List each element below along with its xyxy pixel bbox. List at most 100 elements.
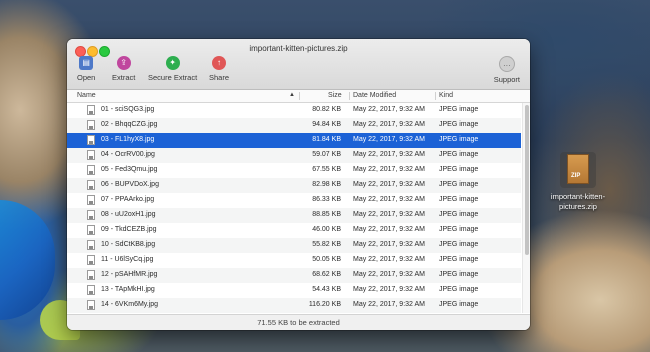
file-size: 116.20 KB [308,301,341,308]
extract-icon: ⇪ [116,56,131,70]
file-size: 55.82 KB [312,241,341,248]
file-row[interactable]: 13 - TApMkHI.jpg 54.43 KB May 22, 2017, 9:… [67,283,521,298]
support-label: Support [493,75,520,84]
secure-extract-label: Secure Extract [148,73,198,82]
file-date-modified: May 22, 2017, 9:32 AM [353,271,425,278]
file-kind: JPEG image [439,271,479,278]
file-row[interactable]: 06 - BUPVDoX.jpg 82.98 KB May 22, 2017, 9:… [67,178,521,193]
scrollbar-thumb[interactable] [525,105,529,255]
file-row[interactable]: 04 - OcrRV00.jpg 59.07 KB May 22, 2017, 9:… [67,148,521,163]
file-date-modified: May 22, 2017, 9:32 AM [353,241,425,248]
file-row[interactable]: 09 - TkdCEZB.jpg 46.00 KB May 22, 2017, 9:… [67,223,521,238]
jpeg-file-icon [87,195,95,205]
file-row[interactable]: 11 - U6lSyCq.jpg 50.05 KB May 22, 2017, 9:… [67,253,521,268]
status-text: 71.55 KB to be extracted [257,318,340,327]
share-button[interactable]: ↑ Share [209,56,229,82]
column-header-name[interactable]: Name [77,92,96,99]
file-size: 86.33 KB [312,196,341,203]
file-row[interactable]: 10 - SdCtKB8.jpg 55.82 KB May 22, 2017, 9:… [67,238,521,253]
column-divider[interactable] [349,92,350,100]
file-row[interactable]: 08 - uU2oxH1.jpg 88.85 KB May 22, 2017, 9:… [67,208,521,223]
file-row[interactable]: 03 - FL1hyX8.jpg 81.84 KB May 22, 2017, 9:… [67,133,521,148]
file-kind: JPEG image [439,136,479,143]
file-kind: JPEG image [439,151,479,158]
file-date-modified: May 22, 2017, 9:32 AM [353,166,425,173]
file-row[interactable]: 05 - Fed3Qmu.jpg 67.55 KB May 22, 2017, 9:… [67,163,521,178]
column-divider[interactable] [435,92,436,100]
jpeg-file-icon [87,255,95,265]
jpeg-file-icon [87,150,95,160]
support-icon: … [498,56,515,72]
column-header-date[interactable]: Date Modified [353,92,396,99]
zip-icon-label: ZIP [571,173,581,179]
file-date-modified: May 22, 2017, 9:32 AM [353,301,425,308]
file-list: 01 - sciSQG3.jpg 80.82 KB May 22, 2017, 9:… [67,103,521,313]
jpeg-file-icon [87,180,95,190]
file-row[interactable]: 01 - sciSQG3.jpg 80.82 KB May 22, 2017, 9:… [67,103,521,118]
file-size: 59.07 KB [312,151,341,158]
file-kind: JPEG image [439,121,479,128]
column-divider[interactable] [299,92,300,100]
file-name: 01 - sciSQG3.jpg [101,106,155,113]
jpeg-file-icon [87,225,95,235]
share-icon: ↑ [212,56,226,70]
column-header-row: Name ▲ Size Date Modified Kind [67,90,530,103]
file-kind: JPEG image [439,256,479,263]
file-kind: JPEG image [439,226,479,233]
file-size: 94.84 KB [312,121,341,128]
file-name: 02 - BhqqCZG.jpg [101,121,158,128]
file-date-modified: May 22, 2017, 9:32 AM [353,211,425,218]
file-name: 08 - uU2oxH1.jpg [101,211,156,218]
file-date-modified: May 22, 2017, 9:32 AM [353,181,425,188]
file-date-modified: May 22, 2017, 9:32 AM [353,286,425,293]
vertical-scrollbar[interactable] [522,103,530,313]
file-kind: JPEG image [439,286,479,293]
share-label: Share [209,73,230,82]
secure-extract-button[interactable]: ✦ Secure Extract [148,56,197,82]
file-date-modified: May 22, 2017, 9:32 AM [353,256,425,263]
file-date-modified: May 22, 2017, 9:32 AM [353,106,425,113]
file-date-modified: May 22, 2017, 9:32 AM [353,226,425,233]
window-title: important-kitten-pictures.zip [249,44,348,53]
column-header-kind[interactable]: Kind [439,92,453,99]
file-name: 07 - PPAArko.jpg [101,196,155,203]
file-size: 68.62 KB [312,271,341,278]
column-header-size[interactable]: Size [328,92,342,99]
support-button[interactable]: … Support [494,56,520,84]
file-date-modified: May 22, 2017, 9:32 AM [353,151,425,158]
open-folder-icon: ▤ [79,56,94,70]
file-row[interactable]: 12 - pSAHfMR.jpg 68.62 KB May 22, 2017, 9:… [67,268,521,283]
fish-fin-decoration [0,200,55,320]
file-name: 13 - TApMkHI.jpg [101,286,155,293]
jpeg-file-icon [87,210,95,220]
desktop-zip-file-name[interactable]: important-kitten-pictures.zip [540,192,616,212]
file-size: 81.84 KB [312,136,341,143]
file-name: 14 - 6VKm6My.jpg [101,301,159,308]
file-kind: JPEG image [439,181,479,188]
jpeg-file-icon [87,165,95,175]
file-kind: JPEG image [439,211,479,218]
file-name: 04 - OcrRV00.jpg [101,151,155,158]
file-name: 05 - Fed3Qmu.jpg [101,166,158,173]
file-kind: JPEG image [439,166,479,173]
file-name: 10 - SdCtKB8.jpg [101,241,156,248]
window-titlebar: important-kitten-pictures.zip ▤ Open ⇪ E… [67,39,530,90]
file-name: 12 - pSAHfMR.jpg [101,271,158,278]
file-kind: JPEG image [439,241,479,248]
file-row[interactable]: 14 - 6VKm6My.jpg 116.20 KB May 22, 2017, 9… [67,298,521,313]
file-kind: JPEG image [439,301,479,308]
file-name: 11 - U6lSyCq.jpg [101,256,154,263]
file-row[interactable]: 02 - BhqqCZG.jpg 94.84 KB May 22, 2017, 9:… [67,118,521,133]
file-size: 50.05 KB [312,256,341,263]
desktop-zip-file-icon[interactable]: ZIP [560,152,596,188]
shield-icon: ✦ [165,56,180,70]
status-bar: 71.55 KB to be extracted [67,314,530,330]
file-row[interactable]: 07 - PPAArko.jpg 86.33 KB May 22, 2017, 9:… [67,193,521,208]
open-button[interactable]: ▤ Open [77,56,95,82]
file-name: 03 - FL1hyX8.jpg [101,136,155,143]
extract-button[interactable]: ⇪ Extract [112,56,135,82]
file-kind: JPEG image [439,106,479,113]
file-kind: JPEG image [439,196,479,203]
sort-ascending-icon[interactable]: ▲ [289,92,295,98]
file-date-modified: May 22, 2017, 9:32 AM [353,196,425,203]
